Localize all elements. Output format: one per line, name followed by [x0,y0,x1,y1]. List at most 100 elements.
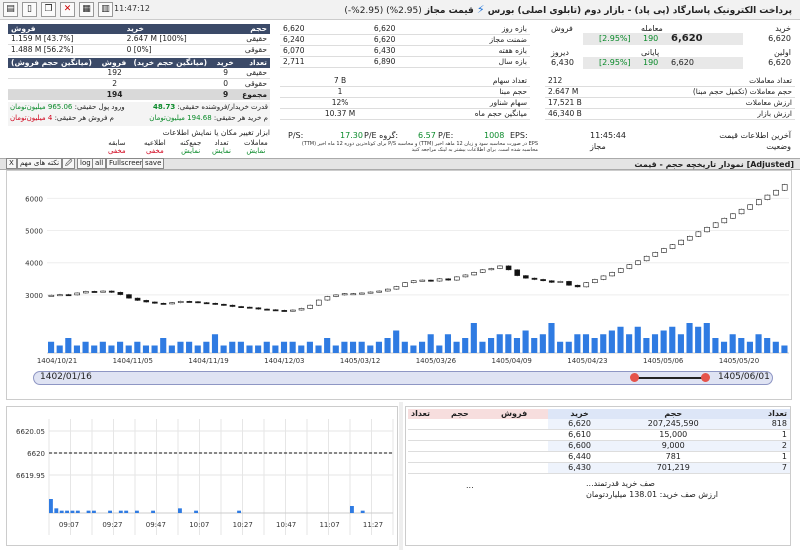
candle-body [350,293,357,296]
table-row: 194 9 مجموع [8,89,270,100]
volume-bar [410,345,417,353]
tools-icon[interactable]: ✕ [60,2,75,17]
volume-bar [194,510,198,513]
volume-bar [720,341,728,353]
volume-bar [289,341,296,353]
volume-bar [703,323,710,353]
candle-body [83,291,89,294]
x-tick-label: 09:07 [59,521,79,529]
candle-body [65,294,72,297]
candle-body [134,297,141,301]
table-row: 6,070 6,430 بازه هفته [280,46,530,57]
candle-body [333,294,339,297]
candle-body [600,275,607,280]
table-row: 6,620 6,620 بازه روز [280,24,530,35]
candle-body [523,275,529,279]
toggle-trades[interactable]: معاملات نمایش [244,139,268,155]
all-button[interactable]: all [92,158,107,169]
x-tick-label: 1405/05/06 [643,357,684,365]
volume-bar [608,330,615,353]
toggle-aggregate[interactable]: جمع‌کنه نمایش [180,139,201,155]
candle-body [48,294,55,297]
candle-body [583,282,590,288]
candle-body [471,272,477,276]
x-tick-label: 1405/04/09 [491,357,531,365]
volume-bar [48,341,55,353]
volume-bar [591,338,598,353]
candle-body [393,286,400,290]
volume-bar [255,345,262,353]
volume-bar [324,338,331,353]
candlestick-chart[interactable]: 3000 4000 5000 6000 1404/10/21 1404/11/05 1404… [7,171,793,401]
volume-bar [470,323,477,353]
volume-bar [582,334,590,353]
candle-body [488,268,495,271]
candle-body [428,279,434,282]
slider-handle-right[interactable] [701,373,710,382]
volume-bar [263,341,270,353]
close-chart-button[interactable]: X [6,158,17,169]
ranges-table: 6,620 6,620 بازه روز 6,240 6,620 ضمنت مجاز 6… [280,24,530,68]
candle-body [721,217,728,224]
print-icon[interactable]: ▤ [3,2,18,17]
table-row: 1.488 M [56.2%] 0 [0%] حقوقی [8,45,270,56]
candle-body [91,291,98,293]
copy-icon[interactable]: ❐ [41,2,56,17]
volume-bar [186,341,193,353]
document-icon[interactable]: ▯ [22,2,37,17]
toggle-notice[interactable]: اطلاعیه مخفی [144,139,166,155]
candle-body [307,304,313,309]
volume-bar [401,341,408,353]
chart-icon[interactable]: ▥ [98,2,113,17]
candle-body [74,292,80,296]
candle-body [635,260,641,265]
trade-stats-table: 212 تعداد معاملات 2.647 M حجم معاملات (تکم… [545,76,795,120]
volume-bar [479,341,486,353]
draw-icon[interactable]: 🖉 [62,158,76,169]
volume-bar [315,345,322,353]
candle-body [410,280,417,283]
candle-body [557,281,564,283]
volume-bar [125,345,132,353]
volume-bar [712,338,719,353]
volume-bar [772,341,779,353]
candle-body [626,264,633,269]
candle-body [661,248,667,253]
volume-bar [124,510,129,513]
volume-bar [142,345,150,353]
power-box: قدرت خریدار/فروشنده حقیقی: 48.73 ورود پو… [8,102,270,126]
candle-body [57,294,63,297]
x-tick-label: 10:47 [276,521,296,529]
toggle-count[interactable]: تعداد نمایش [212,139,231,155]
volume-bar [237,341,244,353]
intraday-svg[interactable]: 6620.05 6620 6619.95 09:07 09:27 09:47 10:07 10… [7,407,399,547]
candle-body [143,300,150,303]
volume-bar [522,330,529,353]
volume-bar [764,338,771,353]
candle-body [669,244,676,249]
toggle-history[interactable]: سابقه مخفی [108,139,126,155]
save-button[interactable]: save [142,158,165,169]
bolt-icon: ⚡ [476,3,485,16]
candle-body [747,204,753,210]
y-tick-label: 6620.05 [16,428,45,436]
candle-body [203,302,210,305]
volume-bar [531,338,538,353]
client-count-table: (میانگین حجم فروش) فروش (میانگین حجم خری… [8,58,270,100]
volume-bar [108,345,115,353]
slider-handle-left[interactable] [630,373,639,382]
candle-body [609,272,615,277]
clock: 11:47:12 [114,4,150,13]
history-chart: 3000 4000 5000 6000 1404/10/21 1404/11/05 1404… [6,170,792,400]
table-row: 1.159 M [43.7%] 2.647 M [100%] حقیقی [8,34,270,45]
notes-button[interactable]: نکته های مهم [17,158,63,169]
candle-body [281,310,288,312]
x-tick-label: 1404/12/03 [264,357,304,365]
grid-icon[interactable]: ▦ [79,2,94,17]
volume-bar [211,334,219,353]
table-row: 6,240 6,620 ضمنت مجاز [280,35,530,46]
panel-divider[interactable] [399,402,403,550]
x-tick-label: 09:47 [146,521,166,529]
queue-status: صف خرید قدرتمند... [586,479,655,488]
trade-price-row: [2.95%] 190 6,620 [583,33,743,45]
